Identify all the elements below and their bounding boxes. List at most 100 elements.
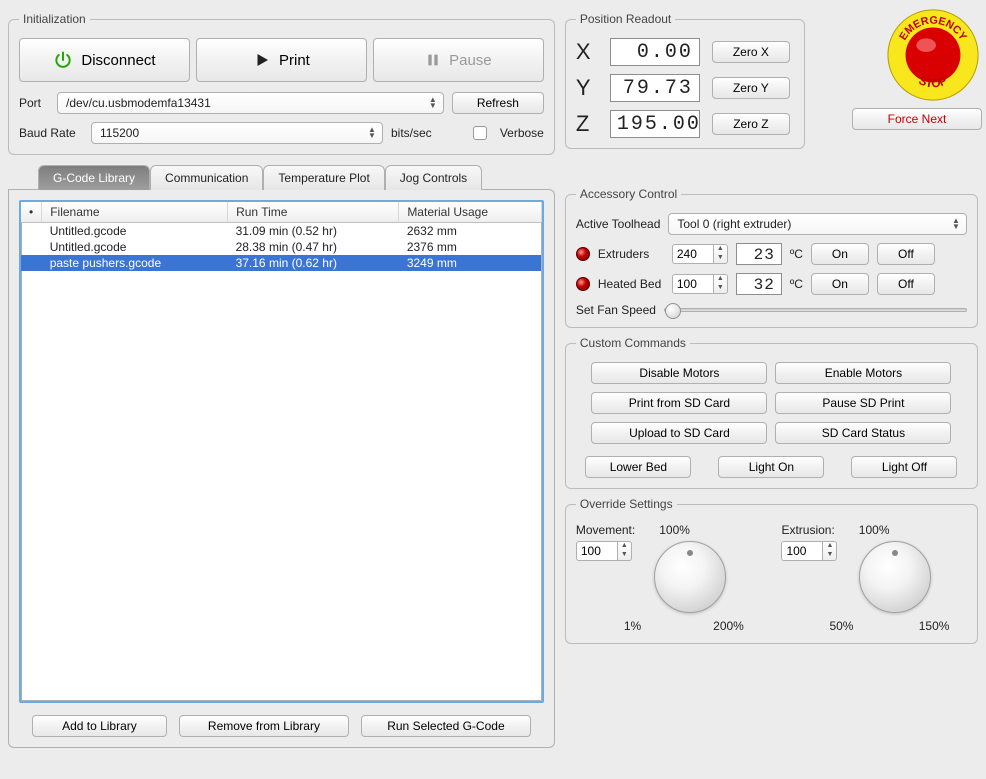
disable-motors-button[interactable]: Disable Motors bbox=[591, 362, 767, 384]
disconnect-label: Disconnect bbox=[81, 52, 155, 69]
bed-label: Heated Bed bbox=[598, 277, 664, 291]
position-legend: Position Readout bbox=[576, 12, 675, 26]
print-button[interactable]: Print bbox=[196, 38, 367, 82]
active-toolhead-select[interactable]: Tool 0 (right extruder) ▲▼ bbox=[668, 213, 967, 235]
movement-label: Movement: bbox=[576, 523, 635, 537]
x-axis-label: X bbox=[576, 39, 598, 65]
chevron-updown-icon: ▲▼ bbox=[366, 127, 378, 139]
movement-max: 200% bbox=[713, 619, 744, 633]
accessory-control-group: Accessory Control Active Toolhead Tool 0… bbox=[565, 187, 978, 328]
extruders-setpoint-input[interactable]: ▲▼ bbox=[672, 244, 728, 264]
baud-units: bits/sec bbox=[391, 126, 432, 140]
verbose-checkbox[interactable] bbox=[473, 126, 487, 140]
extruders-off-button[interactable]: Off bbox=[877, 243, 935, 265]
chevron-updown-icon: ▲▼ bbox=[427, 97, 439, 109]
pause-sd-print-button[interactable]: Pause SD Print bbox=[775, 392, 951, 414]
extrusion-min: 50% bbox=[829, 619, 853, 633]
spinner-arrows-icon[interactable]: ▲▼ bbox=[714, 274, 728, 294]
baud-label: Baud Rate bbox=[19, 126, 83, 140]
zero-y-button[interactable]: Zero Y bbox=[712, 77, 790, 99]
disconnect-button[interactable]: Disconnect bbox=[19, 38, 190, 82]
spinner-arrows-icon[interactable]: ▲▼ bbox=[714, 244, 728, 264]
light-off-button[interactable]: Light Off bbox=[851, 456, 957, 478]
refresh-button[interactable]: Refresh bbox=[452, 92, 544, 114]
movement-min: 1% bbox=[624, 619, 641, 633]
upload-to-sd-button[interactable]: Upload to SD Card bbox=[591, 422, 767, 444]
slider-thumb-icon[interactable] bbox=[665, 303, 681, 319]
movement-value-input[interactable]: ▲▼ bbox=[576, 541, 632, 561]
tab-temperature-plot[interactable]: Temperature Plot bbox=[263, 165, 384, 190]
position-readout-group: Position Readout X 0.00 Zero X Y 79.73 Z… bbox=[565, 12, 805, 149]
light-on-button[interactable]: Light On bbox=[718, 456, 824, 478]
extrusion-knob[interactable] bbox=[859, 541, 931, 613]
initialization-group: Initialization Disconnect Print bbox=[8, 12, 555, 155]
run-selected-gcode-button[interactable]: Run Selected G-Code bbox=[361, 715, 531, 737]
verbose-label: Verbose bbox=[500, 126, 544, 140]
baud-select[interactable]: 115200 ▲▼ bbox=[91, 122, 383, 144]
lower-bed-button[interactable]: Lower Bed bbox=[585, 456, 691, 478]
remove-from-library-button[interactable]: Remove from Library bbox=[179, 715, 349, 737]
override-legend: Override Settings bbox=[576, 497, 677, 511]
table-row[interactable]: Untitled.gcode28.38 min (0.47 hr)2376 mm bbox=[21, 239, 541, 255]
port-select[interactable]: /dev/cu.usbmodemfa13431 ▲▼ bbox=[57, 92, 444, 114]
extruders-temp-display: 23 bbox=[736, 243, 782, 265]
tab-communication[interactable]: Communication bbox=[150, 165, 263, 190]
extrusion-label: Extrusion: bbox=[781, 523, 834, 537]
fan-speed-label: Set Fan Speed bbox=[576, 303, 656, 317]
x-position-display: 0.00 bbox=[610, 38, 700, 66]
zero-z-button[interactable]: Zero Z bbox=[712, 113, 790, 135]
override-settings-group: Override Settings Movement: 100% ▲▼ bbox=[565, 497, 978, 644]
zero-x-button[interactable]: Zero X bbox=[712, 41, 790, 63]
col-runtime[interactable]: Run Time bbox=[228, 202, 399, 223]
extrusion-percent: 100% bbox=[859, 523, 890, 537]
fan-speed-slider[interactable] bbox=[664, 308, 967, 312]
table-row[interactable]: Untitled.gcode31.09 min (0.52 hr)2632 mm bbox=[21, 223, 541, 240]
movement-percent: 100% bbox=[659, 523, 690, 537]
extrusion-value-input[interactable]: ▲▼ bbox=[781, 541, 837, 561]
extruders-label: Extruders bbox=[598, 247, 664, 261]
active-toolhead-label: Active Toolhead bbox=[576, 217, 661, 231]
pause-icon bbox=[425, 51, 441, 69]
tab-panel: G-Code Library Communication Temperature… bbox=[8, 165, 555, 748]
tab-gcode-library[interactable]: G-Code Library bbox=[38, 165, 150, 190]
emergency-stop-button[interactable]: EMERGENCY STOP bbox=[884, 6, 982, 104]
table-corner: • bbox=[21, 202, 42, 223]
accessory-legend: Accessory Control bbox=[576, 187, 681, 201]
col-filename[interactable]: Filename bbox=[42, 202, 228, 223]
force-next-button[interactable]: Force Next bbox=[852, 108, 982, 130]
degc-label: ºC bbox=[790, 247, 803, 261]
bed-on-button[interactable]: On bbox=[811, 273, 869, 295]
port-label: Port bbox=[19, 96, 49, 110]
extrusion-max: 150% bbox=[919, 619, 950, 633]
table-row[interactable]: paste pushers.gcode37.16 min (0.62 hr)32… bbox=[21, 255, 541, 271]
bed-temp-display: 32 bbox=[736, 273, 782, 295]
print-from-sd-button[interactable]: Print from SD Card bbox=[591, 392, 767, 414]
bed-setpoint-input[interactable]: ▲▼ bbox=[672, 274, 728, 294]
extruder-led-icon bbox=[576, 247, 590, 261]
spinner-arrows-icon[interactable]: ▲▼ bbox=[618, 541, 632, 561]
pause-button[interactable]: Pause bbox=[373, 38, 544, 82]
add-to-library-button[interactable]: Add to Library bbox=[32, 715, 167, 737]
port-value: /dev/cu.usbmodemfa13431 bbox=[66, 96, 211, 110]
z-position-display: 195.00 bbox=[610, 110, 700, 138]
z-axis-label: Z bbox=[576, 111, 598, 137]
tab-jog-controls[interactable]: Jog Controls bbox=[385, 165, 482, 190]
movement-knob[interactable] bbox=[654, 541, 726, 613]
extruders-on-button[interactable]: On bbox=[811, 243, 869, 265]
y-position-display: 79.73 bbox=[610, 74, 700, 102]
bed-off-button[interactable]: Off bbox=[877, 273, 935, 295]
sd-card-status-button[interactable]: SD Card Status bbox=[775, 422, 951, 444]
col-material[interactable]: Material Usage bbox=[399, 202, 542, 223]
spinner-arrows-icon[interactable]: ▲▼ bbox=[823, 541, 837, 561]
custom-commands-group: Custom Commands Disable Motors Enable Mo… bbox=[565, 336, 978, 489]
pause-label: Pause bbox=[449, 52, 492, 69]
chevron-updown-icon: ▲▼ bbox=[950, 218, 962, 230]
y-axis-label: Y bbox=[576, 75, 598, 101]
commands-legend: Custom Commands bbox=[576, 336, 690, 350]
bed-led-icon bbox=[576, 277, 590, 291]
power-icon bbox=[53, 50, 73, 70]
baud-value: 115200 bbox=[100, 126, 139, 140]
enable-motors-button[interactable]: Enable Motors bbox=[775, 362, 951, 384]
gcode-table[interactable]: • Filename Run Time Material Usage Untit… bbox=[19, 200, 544, 703]
print-label: Print bbox=[279, 52, 310, 69]
